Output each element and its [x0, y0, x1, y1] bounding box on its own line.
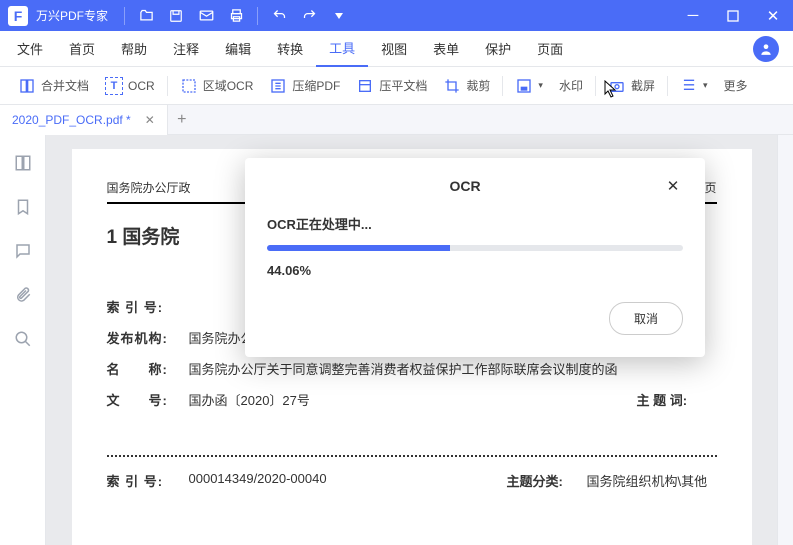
- page-header-left: 国务院办公厅政: [107, 179, 191, 196]
- menu-protect[interactable]: 保护: [472, 31, 524, 67]
- tool-compress[interactable]: 压缩PDF: [261, 67, 348, 105]
- progress-bar: [267, 245, 683, 251]
- separator: [257, 7, 258, 25]
- minimize-button[interactable]: ─: [673, 1, 713, 31]
- menu-help[interactable]: 帮助: [108, 31, 160, 67]
- right-scrollbar[interactable]: [777, 135, 793, 545]
- compress-icon: [269, 77, 287, 95]
- menu-form[interactable]: 表单: [420, 31, 472, 67]
- separator: [167, 76, 168, 96]
- tool-background[interactable]: ▾: [507, 67, 551, 105]
- progress-label: OCR正在处理中...: [267, 214, 683, 233]
- search-panel-icon[interactable]: [13, 329, 33, 349]
- separator: [667, 76, 668, 96]
- print-icon[interactable]: [221, 1, 251, 31]
- camera-icon: [608, 77, 626, 95]
- thumbnail-panel-icon[interactable]: [13, 153, 33, 173]
- menu-convert[interactable]: 转换: [264, 31, 316, 67]
- menu-file[interactable]: 文件: [4, 31, 56, 67]
- background-icon: [515, 77, 533, 95]
- dialog-close-button[interactable]: ✕: [663, 176, 683, 196]
- new-tab-button[interactable]: +: [168, 106, 196, 134]
- tab-filename: 2020_PDF_OCR.pdf *: [12, 113, 131, 127]
- dialog-title: OCR: [267, 178, 663, 194]
- undo-icon[interactable]: [264, 1, 294, 31]
- menu-edit[interactable]: 编辑: [212, 31, 264, 67]
- document-tab[interactable]: 2020_PDF_OCR.pdf * ✕: [0, 105, 168, 135]
- cancel-button[interactable]: 取消: [609, 302, 683, 335]
- app-title: 万兴PDF专家: [36, 7, 118, 24]
- ocr-progress-dialog: OCR ✕ OCR正在处理中... 44.06% 取消: [245, 158, 705, 357]
- tool-screenshot[interactable]: 截屏: [600, 67, 663, 105]
- tool-crop[interactable]: 裁剪: [435, 67, 498, 105]
- menu-home[interactable]: 首页: [56, 31, 108, 67]
- tab-close-icon[interactable]: ✕: [145, 113, 155, 127]
- user-avatar[interactable]: [753, 36, 779, 62]
- redo-icon[interactable]: [294, 1, 324, 31]
- attachment-panel-icon[interactable]: [13, 285, 33, 305]
- bookmark-panel-icon[interactable]: [13, 197, 33, 217]
- menu-page[interactable]: 页面: [524, 31, 576, 67]
- tool-flatten[interactable]: 压平文档: [348, 67, 435, 105]
- separator: [124, 7, 125, 25]
- maximize-button[interactable]: [713, 1, 753, 31]
- separator: [502, 76, 503, 96]
- tool-more[interactable]: ☰▾: [672, 67, 716, 105]
- tool-ocr[interactable]: TOCR: [97, 67, 163, 105]
- menu-view[interactable]: 视图: [368, 31, 420, 67]
- quick-access-dropdown-icon[interactable]: [324, 1, 354, 31]
- tool-watermark[interactable]: 水印: [551, 67, 591, 105]
- area-ocr-icon: [180, 77, 198, 95]
- menu-annotate[interactable]: 注释: [160, 31, 212, 67]
- crop-icon: [443, 77, 461, 95]
- app-logo: F: [8, 6, 28, 26]
- tool-more-label[interactable]: 更多: [716, 67, 756, 105]
- mail-icon[interactable]: [191, 1, 221, 31]
- save-icon[interactable]: [161, 1, 191, 31]
- flatten-icon: [356, 77, 374, 95]
- merge-icon: [18, 77, 36, 95]
- more-icon: ☰: [680, 77, 698, 95]
- progress-percent: 44.06%: [267, 263, 683, 278]
- progress-fill: [267, 245, 450, 251]
- close-button[interactable]: ✕: [753, 1, 793, 31]
- tool-merge[interactable]: 合并文档: [10, 67, 97, 105]
- separator: [595, 76, 596, 96]
- ocr-icon: T: [105, 77, 123, 95]
- menu-tools[interactable]: 工具: [316, 31, 368, 67]
- open-file-icon[interactable]: [131, 1, 161, 31]
- tool-area-ocr[interactable]: 区域OCR: [172, 67, 262, 105]
- comment-panel-icon[interactable]: [13, 241, 33, 261]
